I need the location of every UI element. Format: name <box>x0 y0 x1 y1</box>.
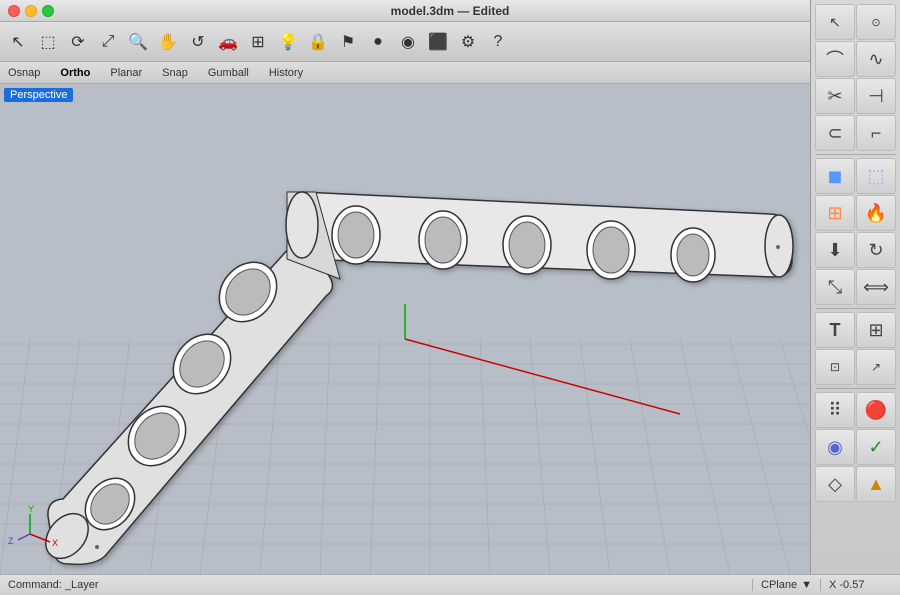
svg-text:Z: Z <box>8 536 14 546</box>
curve-btn[interactable]: ⌒ <box>815 41 855 77</box>
minimize-button[interactable] <box>25 5 37 17</box>
mirror-btn[interactable]: ⟺ <box>856 269 896 305</box>
tool-btn-5[interactable]: ✋ <box>154 28 182 56</box>
hatch-btn[interactable]: ⊞ <box>856 312 896 348</box>
right-panel-row: ⠿ 🔴 <box>813 392 899 428</box>
offset-btn[interactable]: ⊂ <box>815 115 855 151</box>
cursor-tool-btn[interactable]: ↖ <box>815 4 855 40</box>
toolbar: ↖⬚⟳⤢🔍✋↺🚗⊞💡🔒⚑●◉⬛⚙? <box>0 22 810 62</box>
triangle-btn[interactable]: ▲ <box>856 466 896 502</box>
array-btn[interactable]: ⠿ <box>815 392 855 428</box>
statusbar-item-gumball[interactable]: Gumball <box>208 67 249 79</box>
cplane-section: CPlane ▼ <box>752 579 820 591</box>
right-panel-row: ⊡ ↗ <box>813 349 899 385</box>
panel-divider <box>816 388 896 389</box>
tool-btn-7[interactable]: 🚗 <box>214 28 242 56</box>
viewport[interactable]: Perspective <box>0 84 810 574</box>
tool-btn-0[interactable]: ↖ <box>4 28 32 56</box>
tool-btn-8[interactable]: ⊞ <box>244 28 272 56</box>
traffic-lights <box>8 5 54 17</box>
maximize-button[interactable] <box>42 5 54 17</box>
diamond-btn[interactable]: ◇ <box>815 466 855 502</box>
command-label: Command: _Layer <box>0 579 752 591</box>
right-panel-row: ⬇ ↻ <box>813 232 899 268</box>
tool-btn-9[interactable]: 💡 <box>274 28 302 56</box>
right-panel-row: T ⊞ <box>813 312 899 348</box>
check-btn[interactable]: ✓ <box>856 429 896 465</box>
leader-btn[interactable]: ↗ <box>856 349 896 385</box>
trim-btn[interactable]: ✂ <box>815 78 855 114</box>
tool-btn-13[interactable]: ◉ <box>394 28 422 56</box>
scale-btn[interactable]: ⤡ <box>815 269 855 305</box>
rotate3d-btn[interactable]: ↻ <box>856 232 896 268</box>
tool-btn-3[interactable]: ⤢ <box>94 28 122 56</box>
model-svg: X Y Z <box>0 84 810 574</box>
right-panel: ↖ ⊙ ⌒ ∿ ✂ ⊣ ⊂ ⌐ ◼ ⬚ ⊞ 🔥 ⬇ ↻ ⤡ ⟺ T ⊞ ⊡ ↗ … <box>810 0 900 574</box>
solid-btn[interactable]: ◼ <box>815 158 855 194</box>
dim-btn[interactable]: ⊡ <box>815 349 855 385</box>
move-btn[interactable]: ⬇ <box>815 232 855 268</box>
extend-btn[interactable]: ⊣ <box>856 78 896 114</box>
tool-btn-14[interactable]: ⬛ <box>424 28 452 56</box>
render-btn[interactable]: ◉ <box>815 429 855 465</box>
spline-btn[interactable]: ∿ <box>856 41 896 77</box>
tool-btn-16[interactable]: ? <box>484 28 512 56</box>
coordinates: X -0.57 <box>829 579 864 591</box>
tool-btn-12[interactable]: ● <box>364 28 392 56</box>
statusbar: Osnap Ortho Planar Snap Gumball History <box>0 62 810 84</box>
tool-btn-1[interactable]: ⬚ <box>34 28 62 56</box>
right-panel-row: ↖ ⊙ <box>813 4 899 40</box>
tool-btn-15[interactable]: ⚙ <box>454 28 482 56</box>
statusbar-item-snap[interactable]: Snap <box>162 67 188 79</box>
fillet-btn[interactable]: ⌐ <box>856 115 896 151</box>
right-panel-row: ⤡ ⟺ <box>813 269 899 305</box>
surface-btn[interactable]: ⬚ <box>856 158 896 194</box>
svg-text:X: X <box>52 538 58 548</box>
panel-divider <box>816 154 896 155</box>
viewport-label: Perspective <box>4 88 73 102</box>
bottombar: Command: _Layer CPlane ▼ X -0.57 <box>0 574 900 595</box>
statusbar-item-planar[interactable]: Planar <box>110 67 142 79</box>
right-panel-row: ✂ ⊣ <box>813 78 899 114</box>
window-title: model.3dm — Edited <box>391 4 510 18</box>
right-panel-row: ⊞ 🔥 <box>813 195 899 231</box>
right-panel-row: ⌒ ∿ <box>813 41 899 77</box>
circle-tool-btn[interactable]: ⊙ <box>856 4 896 40</box>
cplane-dropdown-icon[interactable]: ▼ <box>801 579 812 591</box>
tool-btn-2[interactable]: ⟳ <box>64 28 92 56</box>
tool-btn-11[interactable]: ⚑ <box>334 28 362 56</box>
tool-btn-10[interactable]: 🔒 <box>304 28 332 56</box>
coords-section: X -0.57 <box>820 579 900 591</box>
panel-divider <box>816 308 896 309</box>
cplane-label: CPlane <box>761 579 797 591</box>
group-red-btn[interactable]: 🔴 <box>856 392 896 428</box>
right-panel-row: ◇ ▲ <box>813 466 899 502</box>
tool-btn-4[interactable]: 🔍 <box>124 28 152 56</box>
titlebar: model.3dm — Edited <box>0 0 900 22</box>
statusbar-item-osnap[interactable]: Osnap <box>8 67 40 79</box>
statusbar-item-history[interactable]: History <box>269 67 303 79</box>
statusbar-item-ortho[interactable]: Ortho <box>60 67 90 79</box>
flame-btn[interactable]: 🔥 <box>856 195 896 231</box>
right-panel-row: ◼ ⬚ <box>813 158 899 194</box>
tool-btn-6[interactable]: ↺ <box>184 28 212 56</box>
close-button[interactable] <box>8 5 20 17</box>
right-panel-row: ⊂ ⌐ <box>813 115 899 151</box>
text-btn[interactable]: T <box>815 312 855 348</box>
right-panel-row: ◉ ✓ <box>813 429 899 465</box>
svg-text:Y: Y <box>28 504 34 514</box>
mesh-btn[interactable]: ⊞ <box>815 195 855 231</box>
